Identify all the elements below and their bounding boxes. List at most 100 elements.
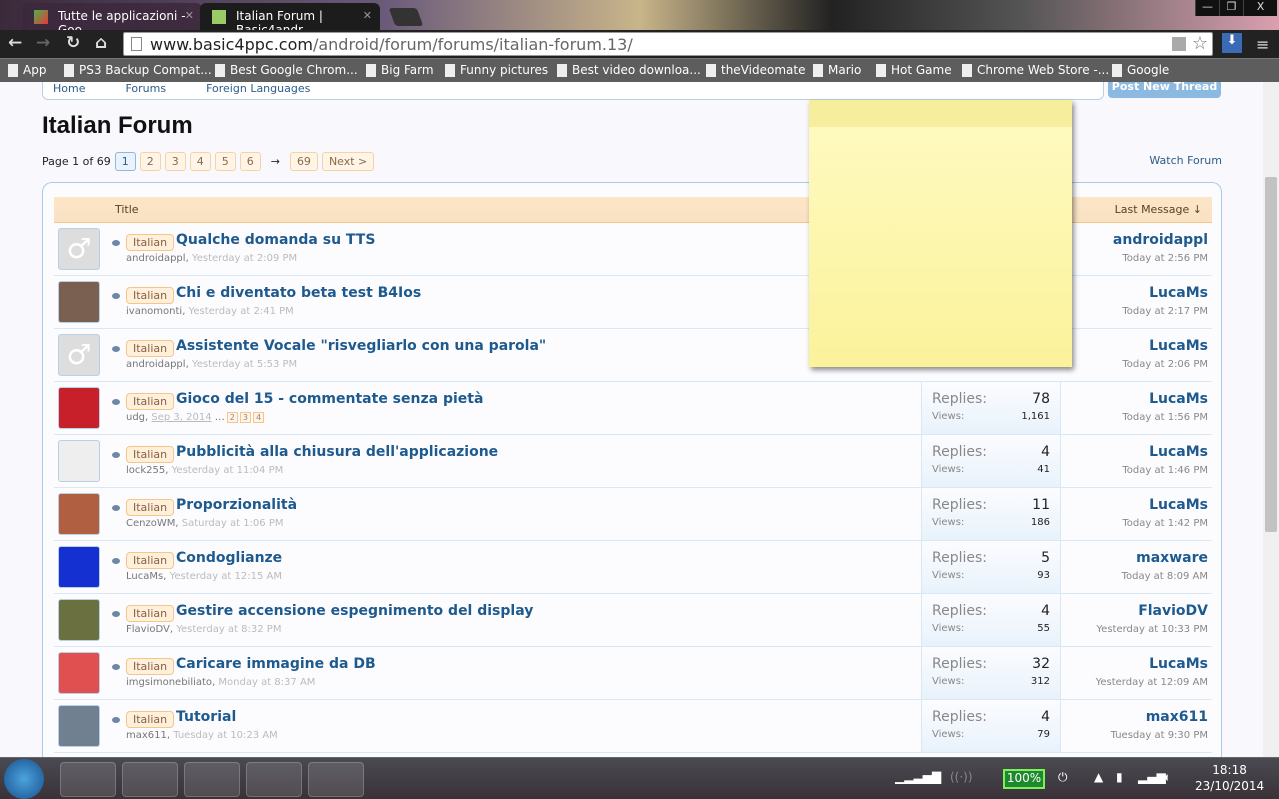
thread-title-link[interactable]: Gioco del 15 - commentate senza pietà xyxy=(176,391,483,407)
close-window-button[interactable]: X xyxy=(1243,0,1277,16)
thread-start-date[interactable]: Saturday at 1:06 PM xyxy=(182,518,284,529)
last-message-date[interactable]: Today at 2:56 PM xyxy=(1122,253,1208,264)
star-icon[interactable]: ☆ xyxy=(1192,33,1208,54)
post-new-thread-button[interactable]: Post New Thread xyxy=(1108,82,1221,98)
thread-start-date[interactable]: Sep 3, 2014 xyxy=(151,412,211,423)
last-message-date[interactable]: Tuesday at 9:30 PM xyxy=(1111,730,1208,741)
last-message-user[interactable]: LucaMs xyxy=(1149,285,1208,301)
prefix-badge[interactable]: Italian xyxy=(126,287,175,304)
bookmark-item[interactable]: App xyxy=(8,63,46,77)
close-tab-icon[interactable]: ✕ xyxy=(185,9,194,22)
close-tab-icon[interactable]: ✕ xyxy=(363,9,372,22)
breadcrumb-forums[interactable]: Forums xyxy=(125,82,166,95)
avatar[interactable] xyxy=(58,493,100,535)
bookmark-item[interactable]: Funny pictures xyxy=(445,63,548,77)
avatar[interactable] xyxy=(58,546,100,588)
prefix-badge[interactable]: Italian xyxy=(126,234,175,251)
taskbar-sticky-notes[interactable] xyxy=(308,762,364,797)
thread-author[interactable]: lock255 xyxy=(126,465,165,476)
avatar[interactable] xyxy=(58,440,100,482)
thread-title-link[interactable]: Gestire accensione espegnimento del disp… xyxy=(176,603,533,619)
column-title[interactable]: Title xyxy=(115,203,139,216)
page-link[interactable]: 5 xyxy=(214,152,236,171)
bookmark-item[interactable]: Chrome Web Store -... xyxy=(962,63,1109,77)
prefix-badge[interactable]: Italian xyxy=(126,605,175,622)
battery-indicator[interactable]: 100% xyxy=(1003,769,1045,789)
avatar[interactable]: ♂ xyxy=(58,228,100,270)
watch-forum-link[interactable]: Watch Forum xyxy=(1149,154,1222,167)
thread-title-link[interactable]: Assistente Vocale "risvegliarlo con una … xyxy=(176,338,546,354)
wireless-icon[interactable]: ((·)) xyxy=(950,770,973,784)
minimize-button[interactable]: — xyxy=(1195,0,1219,16)
download-extension-icon[interactable]: ⬇ xyxy=(1222,33,1242,53)
last-message-user[interactable]: max611 xyxy=(1146,709,1208,725)
thread-author[interactable]: imgsimonebiliato xyxy=(126,677,212,688)
menu-icon[interactable]: ≡ xyxy=(1256,35,1269,54)
tab-play-store[interactable]: Tutte le applicazioni - Goo✕ xyxy=(22,3,202,37)
page-link-last[interactable]: 69 xyxy=(289,152,318,171)
prefix-badge[interactable]: Italian xyxy=(126,711,175,728)
last-message-date[interactable]: Today at 2:06 PM xyxy=(1122,359,1208,370)
last-message-date[interactable]: Today at 8:09 AM xyxy=(1122,571,1208,582)
network-bars-icon[interactable]: ▂▄▆ xyxy=(1138,770,1166,784)
bookmark-item[interactable]: Hot Game xyxy=(876,63,952,77)
thread-start-date[interactable]: Tuesday at 10:23 AM xyxy=(173,730,278,741)
avatar[interactable] xyxy=(58,652,100,694)
taskbar-explorer[interactable] xyxy=(122,762,178,797)
prefix-badge[interactable]: Italian xyxy=(126,552,175,569)
forward-icon[interactable]: → xyxy=(36,33,50,53)
clock[interactable]: 18:18 23/10/2014 xyxy=(1195,762,1264,794)
thread-author[interactable]: max611 xyxy=(126,730,167,741)
last-message-date[interactable]: Yesterday at 10:33 PM xyxy=(1096,624,1208,635)
last-message-user[interactable]: FlavioDV xyxy=(1138,603,1208,619)
last-message-date[interactable]: Today at 1:56 PM xyxy=(1122,412,1208,423)
address-bar[interactable]: www.basic4ppc.com/android/forum/forums/i… xyxy=(123,32,1213,56)
power-icon[interactable]: ▮ xyxy=(1116,770,1123,784)
thread-title-link[interactable]: Chi e diventato beta test B4Ios xyxy=(176,285,421,301)
thread-author[interactable]: androidappl xyxy=(126,359,186,370)
translate-icon[interactable] xyxy=(1172,37,1186,51)
bookmark-item[interactable]: Big Farm xyxy=(366,63,434,77)
last-message-user[interactable]: LucaMs xyxy=(1149,444,1208,460)
last-message-date[interactable]: Today at 1:42 PM xyxy=(1122,518,1208,529)
page-link[interactable]: 6 xyxy=(239,152,261,171)
power-plug-icon[interactable]: ⏻ xyxy=(1058,770,1068,785)
breadcrumb-foreign-languages[interactable]: Foreign Languages xyxy=(206,82,310,95)
back-icon[interactable]: ← xyxy=(8,33,22,53)
thread-start-date[interactable]: Yesterday at 2:09 PM xyxy=(192,253,297,264)
last-message-user[interactable]: androidappl xyxy=(1113,232,1208,248)
bookmark-item[interactable]: theVideomate xyxy=(706,63,805,77)
bookmark-item[interactable]: Mario xyxy=(813,63,861,77)
column-last-message[interactable]: Last Message ↓ xyxy=(1115,203,1202,216)
thread-page-link[interactable]: 3 xyxy=(239,412,251,423)
volume-icon[interactable]: 🔈︎ xyxy=(1164,770,1171,785)
thread-start-date[interactable]: Yesterday at 12:15 AM xyxy=(170,571,282,582)
thread-title-link[interactable]: Caricare immagine da DB xyxy=(176,656,376,672)
last-message-user[interactable]: LucaMs xyxy=(1149,391,1208,407)
thread-start-date[interactable]: Yesterday at 8:32 PM xyxy=(176,624,281,635)
avatar[interactable] xyxy=(58,387,100,429)
next-page-link[interactable]: Next > xyxy=(321,152,375,171)
page-link[interactable]: 4 xyxy=(189,152,211,171)
taskbar-snipping-tool[interactable] xyxy=(246,762,302,797)
tab-italian-forum[interactable]: Italian Forum | Basic4andr✕ xyxy=(200,3,380,37)
last-message-date[interactable]: Today at 2:17 PM xyxy=(1122,306,1208,317)
avatar[interactable] xyxy=(58,281,100,323)
thread-author[interactable]: LucaMs xyxy=(126,571,163,582)
reload-icon[interactable]: ↻ xyxy=(66,33,80,53)
bookmark-item[interactable]: Best Google Chrom... xyxy=(215,63,358,77)
avatar[interactable] xyxy=(58,705,100,747)
last-message-date[interactable]: Today at 1:46 PM xyxy=(1122,465,1208,476)
prefix-badge[interactable]: Italian xyxy=(126,393,175,410)
prefix-badge[interactable]: Italian xyxy=(126,499,175,516)
thread-start-date[interactable]: Yesterday at 5:53 PM xyxy=(192,359,297,370)
last-message-user[interactable]: LucaMs xyxy=(1149,656,1208,672)
bookmark-item[interactable]: Best video downloa... xyxy=(557,63,701,77)
sticky-note[interactable] xyxy=(809,100,1072,367)
avatar[interactable]: ♂ xyxy=(58,334,100,376)
thread-author[interactable]: ivanomonti xyxy=(126,306,182,317)
thread-start-date[interactable]: Yesterday at 11:04 PM xyxy=(172,465,284,476)
scrollbar[interactable] xyxy=(1263,82,1279,757)
breadcrumb-home[interactable]: Home xyxy=(53,82,85,95)
thread-page-link[interactable]: 2 xyxy=(226,412,238,423)
